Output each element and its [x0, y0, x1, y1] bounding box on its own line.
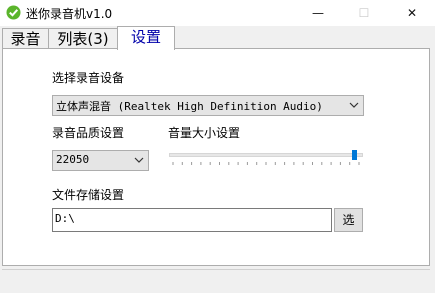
device-select-value: 立体声混音 (Realtek High Definition Audio) — [56, 100, 323, 113]
chevron-down-icon — [349, 102, 359, 108]
quality-select-value: 22050 — [56, 153, 90, 166]
volume-slider-ticks — [172, 162, 360, 165]
storage-label: 文件存储设置 — [52, 188, 125, 202]
volume-slider-track — [169, 153, 363, 157]
volume-label: 音量大小设置 — [168, 126, 241, 140]
chevron-down-icon — [134, 157, 144, 163]
tab-settings[interactable]: 设置 — [117, 26, 175, 50]
minimize-button[interactable]: — — [295, 0, 341, 26]
volume-slider-thumb[interactable] — [352, 150, 357, 160]
window-body: 录音 列表(3) 设置 选择录音设备 立体声混音 (Realtek High D… — [0, 26, 435, 293]
volume-slider[interactable] — [169, 147, 363, 171]
quality-select[interactable]: 22050 — [52, 150, 149, 171]
tab-record[interactable]: 录音 — [2, 28, 49, 48]
status-bar — [2, 269, 430, 290]
device-select[interactable]: 立体声混音 (Realtek High Definition Audio) — [52, 95, 364, 116]
browse-button[interactable]: 选 — [334, 208, 363, 232]
storage-path-input[interactable]: D:\ — [52, 208, 332, 232]
tab-list[interactable]: 列表(3) — [48, 28, 118, 48]
quality-label: 录音品质设置 — [52, 126, 125, 140]
title-bar: 迷你录音机v1.0 — ☐ ✕ — [0, 0, 435, 26]
device-label: 选择录音设备 — [52, 71, 125, 85]
maximize-button[interactable]: ☐ — [341, 0, 387, 26]
close-button[interactable]: ✕ — [389, 0, 435, 26]
settings-panel: 选择录音设备 立体声混音 (Realtek High Definition Au… — [2, 48, 430, 266]
storage-path-value: D:\ — [55, 212, 75, 225]
window-title: 迷你录音机v1.0 — [26, 7, 113, 21]
app-check-icon — [6, 5, 21, 20]
